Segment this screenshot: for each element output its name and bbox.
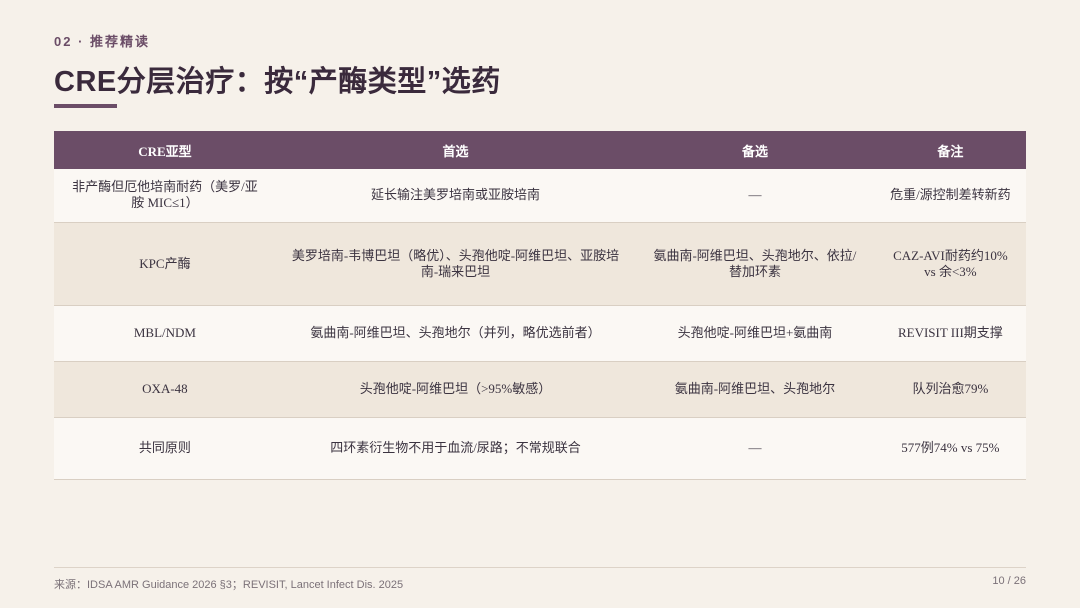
- cell-preferred: 氨曲南-阿维巴坦、头孢地尔（并列，略优选前者）: [275, 305, 636, 362]
- footer-divider: [54, 567, 1026, 568]
- cell-preferred: 四环素衍生物不用于血流/尿路；不常规联合: [275, 417, 636, 480]
- source-citation: 来源：IDSA AMR Guidance 2026 §3；REVISIT, La…: [54, 579, 404, 591]
- page-number: 10 / 26: [992, 575, 1026, 587]
- table-row: KPC产酶 美罗培南-韦博巴坦（略优）、头孢他啶-阿维巴坦、亚胺培南-瑞来巴坦 …: [54, 222, 1026, 306]
- table-row: 共同原则 四环素衍生物不用于血流/尿路；不常规联合 — 577例74% vs 7…: [54, 417, 1026, 480]
- cell-subtype: 非产酶但厄他培南耐药（美罗/亚胺 MIC≤1）: [54, 169, 276, 223]
- col-header-notes: 备注: [874, 131, 1026, 169]
- table-row: OXA-48 头孢他啶-阿维巴坦（>95%敏感） 氨曲南-阿维巴坦、头孢地尔 队…: [54, 361, 1026, 418]
- cell-alternative: 氨曲南-阿维巴坦、头孢地尔、依拉/替加环素: [635, 222, 875, 306]
- col-header-preferred: 首选: [275, 131, 636, 169]
- col-header-subtype: CRE亚型: [54, 131, 276, 169]
- cell-preferred: 美罗培南-韦博巴坦（略优）、头孢他啶-阿维巴坦、亚胺培南-瑞来巴坦: [275, 222, 636, 306]
- treatment-table: CRE亚型 首选 备选 备注 非产酶但厄他培南耐药（美罗/亚胺 MIC≤1） 延…: [54, 131, 1026, 480]
- cell-notes: REVISIT III期支撑: [874, 305, 1026, 362]
- cell-alternative: 氨曲南-阿维巴坦、头孢地尔: [635, 361, 875, 418]
- cell-preferred: 头孢他啶-阿维巴坦（>95%敏感）: [275, 361, 636, 418]
- section-tag: 02 · 推荐精读: [54, 34, 151, 49]
- cell-notes: CAZ-AVI耐药约10% vs 余<3%: [874, 222, 1026, 306]
- cell-preferred: 延长输注美罗培南或亚胺培南: [275, 169, 636, 223]
- cell-notes: 队列治愈79%: [874, 361, 1026, 418]
- cell-alternative: 头孢他啶-阿维巴坦+氨曲南: [635, 305, 875, 362]
- cell-subtype: KPC产酶: [54, 222, 276, 306]
- cell-alternative: —: [635, 169, 875, 223]
- page-title: CRE分层治疗：按“产酶类型”选药: [54, 66, 501, 98]
- table-header-row: CRE亚型 首选 备选 备注: [54, 131, 1026, 169]
- cell-notes: 577例74% vs 75%: [874, 417, 1026, 480]
- cell-subtype: MBL/NDM: [54, 305, 276, 362]
- title-underline: [54, 104, 117, 108]
- cell-subtype: OXA-48: [54, 361, 276, 418]
- cell-alternative: —: [635, 417, 875, 480]
- cell-subtype: 共同原则: [54, 417, 276, 480]
- col-header-alternative: 备选: [635, 131, 875, 169]
- table-row: 非产酶但厄他培南耐药（美罗/亚胺 MIC≤1） 延长输注美罗培南或亚胺培南 — …: [54, 169, 1026, 223]
- cell-notes: 危重/源控制差转新药: [874, 169, 1026, 223]
- table-row: MBL/NDM 氨曲南-阿维巴坦、头孢地尔（并列，略优选前者） 头孢他啶-阿维巴…: [54, 305, 1026, 362]
